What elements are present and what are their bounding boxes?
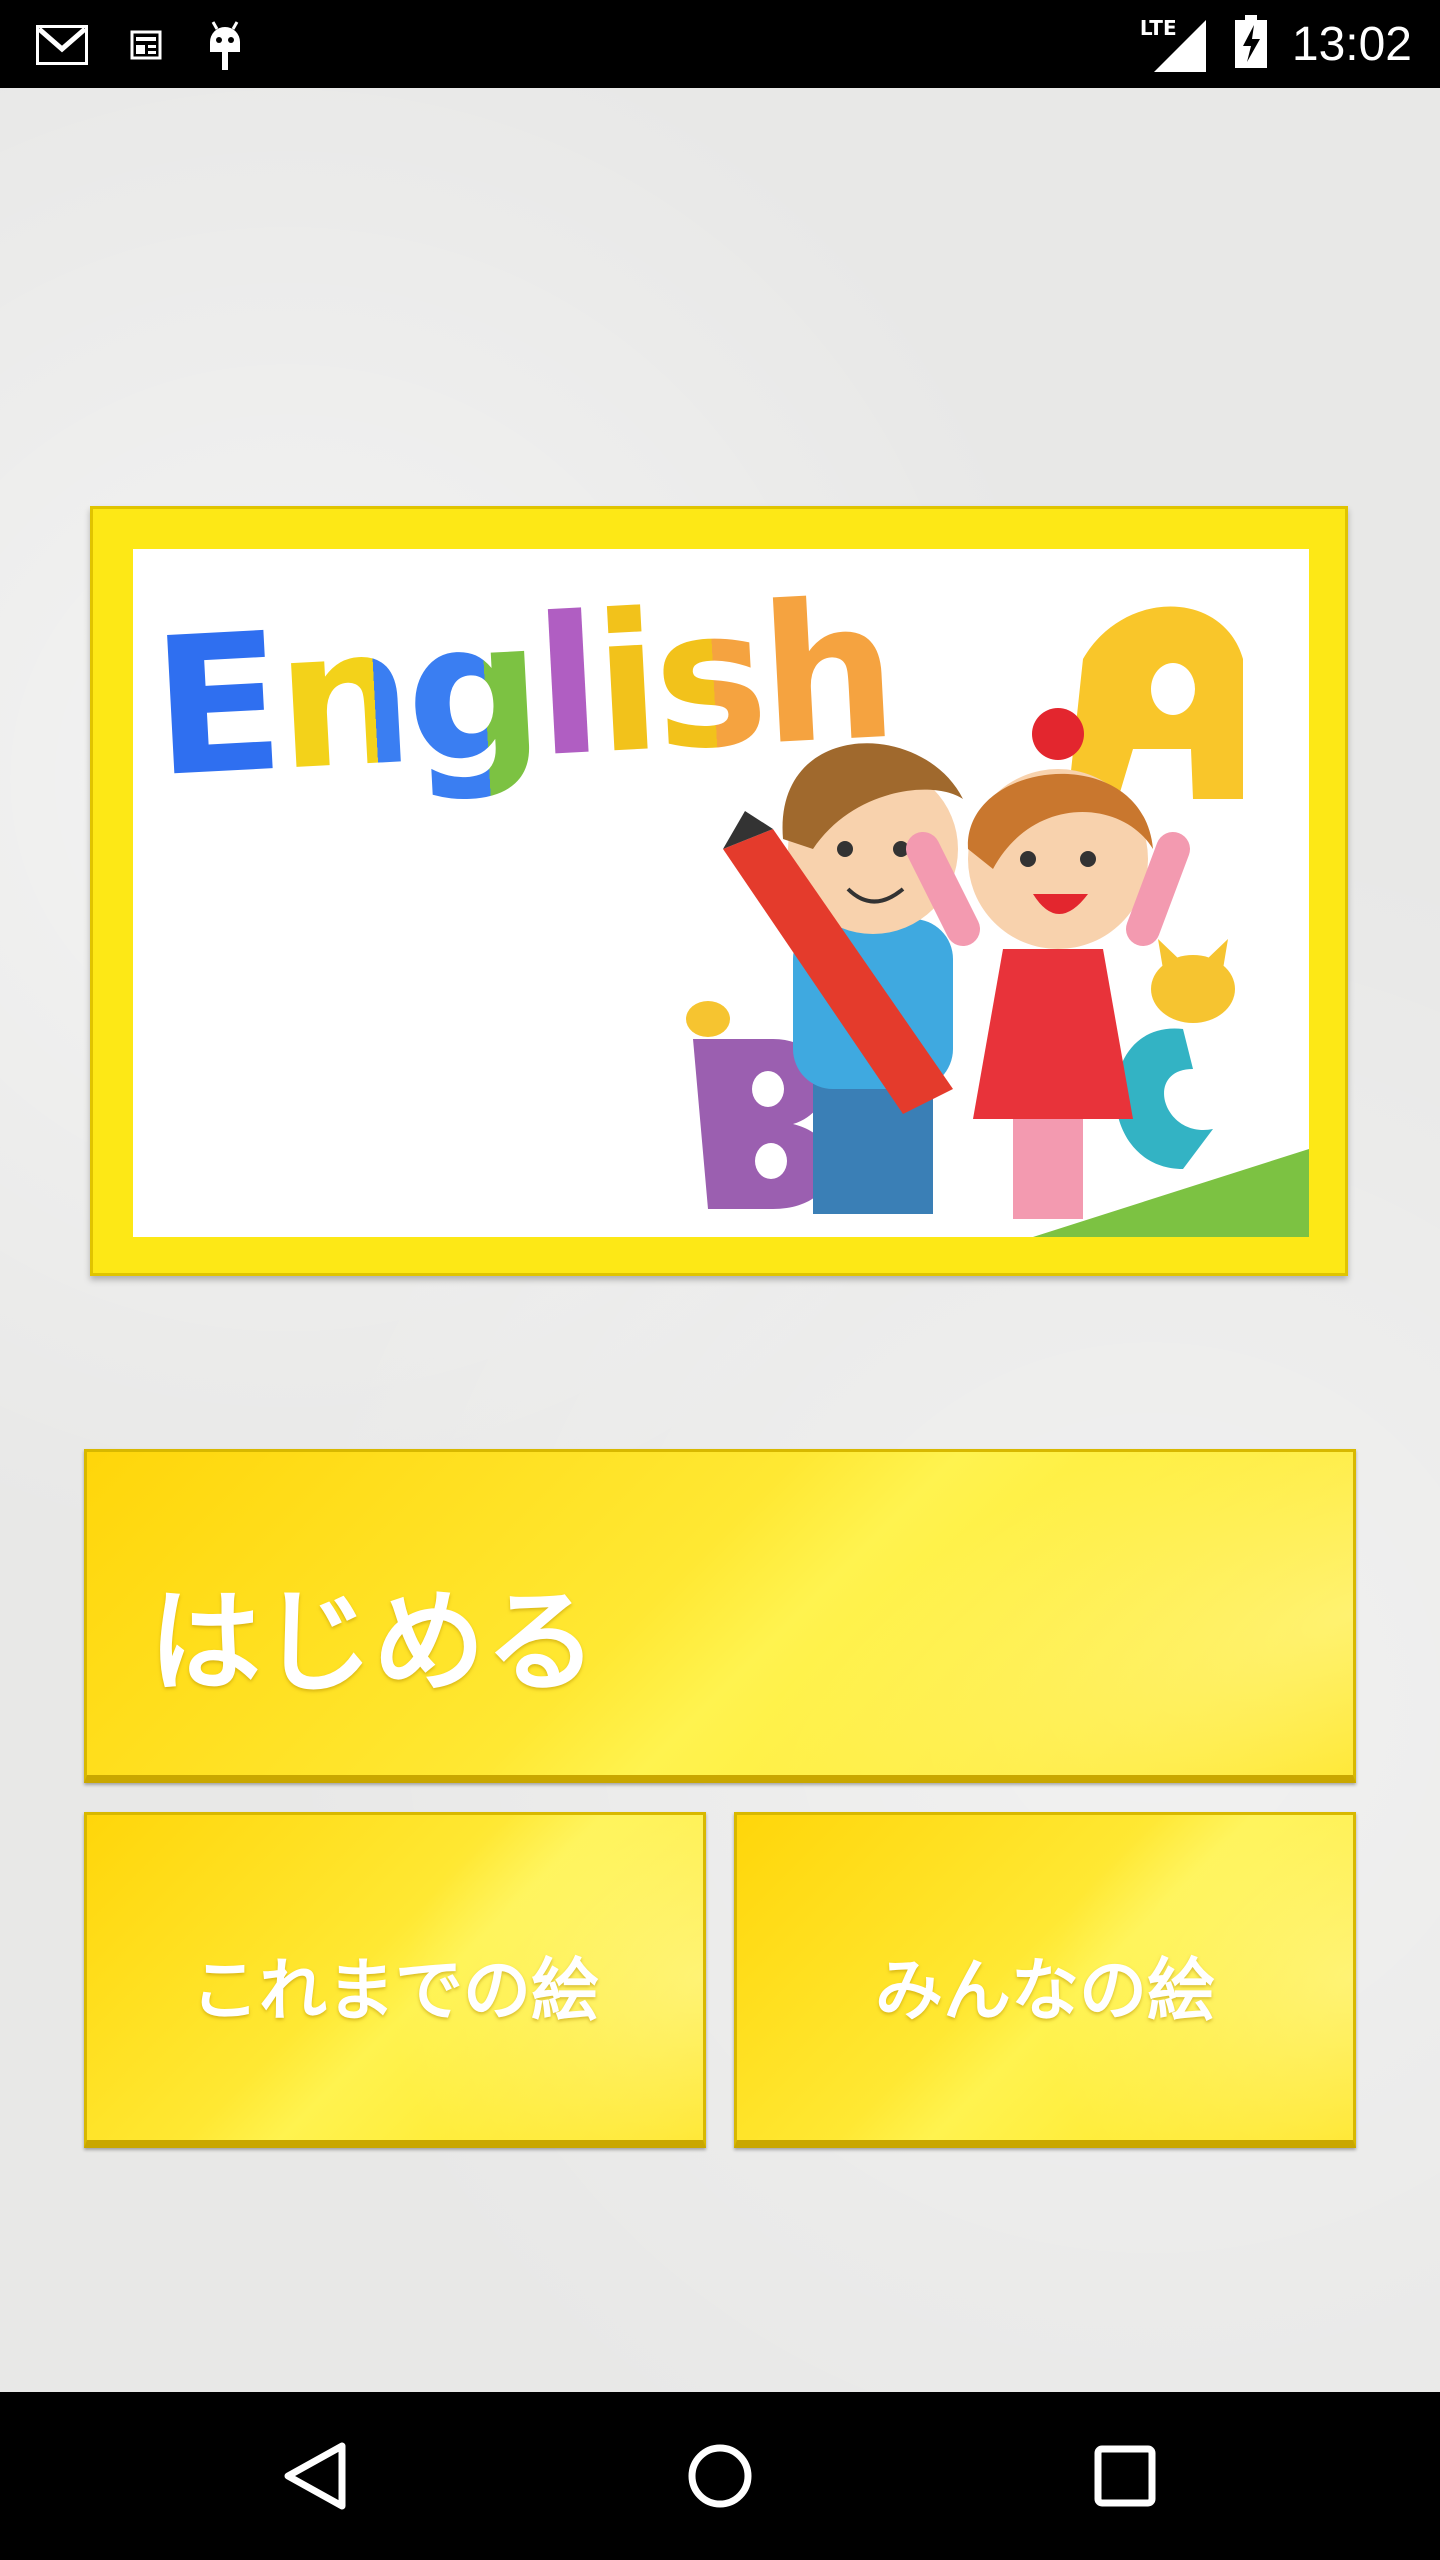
recents-icon <box>1094 2445 1156 2507</box>
english-banner: English <box>90 506 1348 1276</box>
clock: 13:02 <box>1291 17 1412 71</box>
everyones-drawings-button-label: みんなの絵 <box>874 1952 1215 2031</box>
status-bar: LTE 13:02 <box>0 0 1440 88</box>
news-icon <box>130 30 162 64</box>
battery-charging-icon <box>1234 15 1268 73</box>
past-drawings-button-label: これまでの絵 <box>190 1952 599 2031</box>
banner-illustration: English <box>133 549 1309 1237</box>
girl-figure <box>906 769 1190 1219</box>
bird-figure <box>686 1001 730 1037</box>
start-button[interactable]: はじめる <box>84 1449 1356 1783</box>
back-button[interactable] <box>270 2436 360 2516</box>
kids-illustration <box>686 606 1309 1237</box>
start-button-label: はじめる <box>149 1578 597 1708</box>
main-content: English はじめる これまでの絵 みんなの絵 <box>0 88 1440 2392</box>
recents-button[interactable] <box>1080 2436 1170 2516</box>
android-icon <box>204 18 246 76</box>
navigation-bar <box>0 2392 1440 2560</box>
past-drawings-button[interactable]: これまでの絵 <box>84 1812 706 2148</box>
letter-a-shape <box>1068 606 1243 799</box>
cat-figure <box>1151 939 1235 1023</box>
letter-c-shape <box>1115 1028 1213 1169</box>
back-icon <box>284 2442 346 2510</box>
lte-signal-icon: LTE <box>1140 14 1210 74</box>
home-button[interactable] <box>675 2436 765 2516</box>
home-icon <box>688 2444 752 2508</box>
apple-shape <box>1032 708 1084 760</box>
everyones-drawings-button[interactable]: みんなの絵 <box>734 1812 1356 2148</box>
gmail-icon <box>35 24 89 69</box>
